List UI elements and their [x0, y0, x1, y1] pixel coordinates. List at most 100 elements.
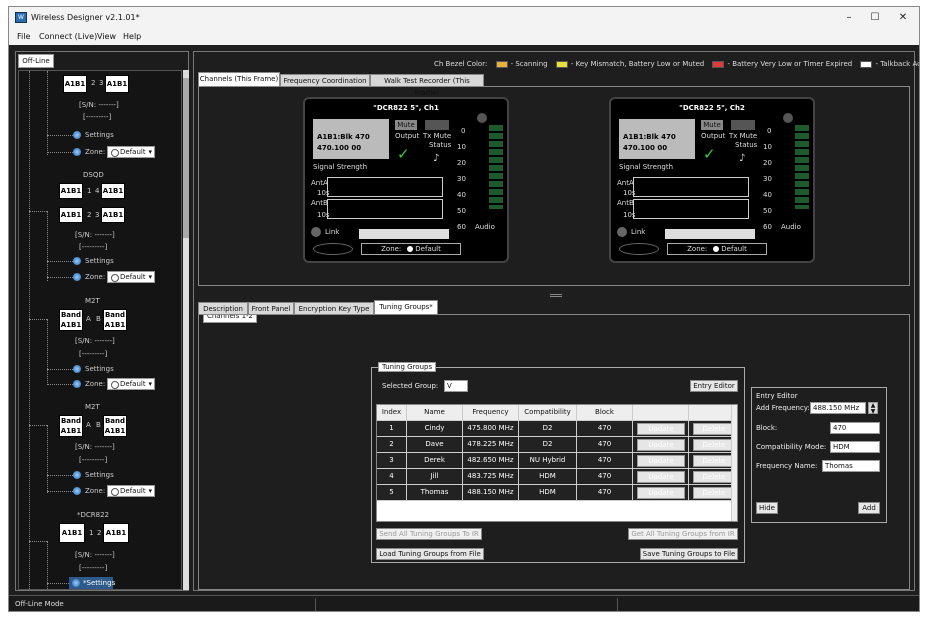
- table-row[interactable]: 4 Jill 483.725 MHz HDM 470 Update Delete: [377, 469, 737, 485]
- table-scrollbar[interactable]: [731, 405, 737, 521]
- settings-selected[interactable]: *Settings: [69, 577, 116, 589]
- ant-a-graph: [633, 177, 749, 197]
- delete-button[interactable]: Delete: [693, 455, 735, 467]
- zone-select[interactable]: Default: [107, 146, 155, 158]
- get-all-tuning-groups-button[interactable]: Get All Tuning Groups from IR: [628, 528, 738, 540]
- menu-file[interactable]: File: [17, 32, 30, 41]
- mute-button[interactable]: Mute: [701, 120, 723, 130]
- slot-box[interactable]: Band A1B1: [59, 415, 83, 437]
- splitter-handle[interactable]: [550, 294, 562, 297]
- zone-select[interactable]: Default: [107, 271, 155, 283]
- slot-box[interactable]: A1B1: [101, 207, 125, 223]
- delete-button[interactable]: Delete: [693, 471, 735, 483]
- settings-label[interactable]: Settings: [85, 471, 114, 479]
- slot-box[interactable]: Band A1B1: [59, 309, 83, 331]
- column-header: Compatibility: [519, 405, 577, 421]
- menu-help[interactable]: Help: [123, 32, 141, 41]
- app-window: W Wireless Designer v2.1.01* – ☐ ✕ File …: [8, 6, 920, 612]
- delete-button[interactable]: Delete: [693, 439, 735, 451]
- slot-box[interactable]: Band A1B1: [103, 415, 127, 437]
- slot-box[interactable]: A1B1: [103, 523, 129, 543]
- selected-group-select[interactable]: V: [444, 380, 468, 392]
- tab-channels-this-frame[interactable]: Channels (This Frame): [198, 72, 280, 87]
- status-divider: [315, 598, 316, 611]
- table-row[interactable]: 3 Derek 482.650 MHz NU Hybrid 470 Update…: [377, 453, 737, 469]
- save-tuning-groups-button[interactable]: Save Tuning Groups to File: [640, 548, 738, 560]
- slot-box[interactable]: Band A1B1: [103, 309, 127, 331]
- tab-off-line[interactable]: Off-Line: [18, 54, 54, 68]
- settings-gear-icon[interactable]: [73, 471, 81, 479]
- update-button[interactable]: Update: [637, 471, 685, 483]
- zone-label: Zone:: [85, 273, 106, 281]
- settings-gear-icon[interactable]: [73, 365, 81, 373]
- settings-label: *Settings: [83, 579, 116, 587]
- menu-connect[interactable]: Connect (Live): [39, 32, 97, 41]
- mute-button[interactable]: Mute: [395, 120, 417, 130]
- selected-group-label: Selected Group:: [382, 382, 439, 390]
- slot-box[interactable]: A1B1: [63, 75, 87, 93]
- update-button[interactable]: Update: [637, 439, 685, 451]
- zone-select[interactable]: Default: [107, 378, 155, 390]
- close-icon[interactable]: ✕: [891, 10, 915, 26]
- settings-label[interactable]: Settings: [85, 131, 114, 139]
- compatibility-mode-select[interactable]: HDM: [830, 441, 880, 453]
- window-title: Wireless Designer v2.1.01*: [31, 13, 140, 22]
- add-button[interactable]: Add: [858, 502, 880, 514]
- block-select[interactable]: 470: [830, 422, 880, 434]
- slot-number: 3: [99, 79, 104, 87]
- status-logo-icon: ✓: [397, 145, 410, 163]
- update-button[interactable]: Update: [637, 487, 685, 499]
- ant-a-label: AntA: [311, 179, 328, 187]
- serial-label: [S/N: -------]: [75, 443, 115, 451]
- zone-gear-icon[interactable]: [73, 273, 81, 281]
- zone-gear-icon[interactable]: [73, 380, 81, 388]
- update-button[interactable]: Update: [637, 423, 685, 435]
- zone-label: Zone:: [85, 148, 106, 156]
- table-row[interactable]: 1 Cindy 475.800 MHz D2 470 Update Delete: [377, 421, 737, 437]
- slot-box[interactable]: A1B1: [59, 207, 83, 223]
- slot-box[interactable]: A1B1: [59, 523, 85, 543]
- menu-view[interactable]: View: [97, 32, 116, 41]
- channel-lcd: A1B1:Blk 470 470.100 00: [619, 119, 695, 159]
- add-frequency-input[interactable]: 488.150 MHz: [810, 402, 866, 414]
- frequency-spinner-icon[interactable]: ▲ ▼: [868, 402, 878, 415]
- tree-scrollbar[interactable]: [183, 70, 189, 590]
- swatch-key-mismatch: [555, 60, 568, 68]
- scroll-thumb[interactable]: [183, 78, 189, 238]
- settings-gear-icon: [72, 579, 80, 587]
- zone-gear-icon[interactable]: [73, 148, 81, 156]
- zone-gear-icon[interactable]: [73, 487, 81, 495]
- minimize-icon[interactable]: –: [837, 10, 861, 26]
- zone-display[interactable]: Zone: Default: [667, 243, 767, 255]
- maximize-icon[interactable]: ☐: [863, 10, 887, 26]
- settings-gear-icon[interactable]: [73, 131, 81, 139]
- slot-box[interactable]: A1B1: [105, 75, 129, 93]
- settings-label[interactable]: Settings: [85, 365, 114, 373]
- link-led-icon: [311, 227, 321, 237]
- zone-select[interactable]: Default: [107, 485, 155, 497]
- dashes-label: [---------]: [79, 243, 108, 251]
- update-button[interactable]: Update: [637, 455, 685, 467]
- slot-box[interactable]: A1B1: [101, 183, 125, 199]
- tab-tuning-groups[interactable]: Tuning Groups*: [374, 300, 438, 315]
- settings-label[interactable]: Settings: [85, 257, 114, 265]
- delete-button[interactable]: Delete: [693, 423, 735, 435]
- zone-display[interactable]: Zone: Default: [361, 243, 461, 255]
- send-all-tuning-groups-button[interactable]: Send All Tuning Groups To IR: [376, 528, 482, 540]
- frequency-name-input[interactable]: Thomas: [822, 460, 880, 472]
- tuning-groups-title: Tuning Groups: [378, 362, 437, 372]
- hide-button[interactable]: Hide: [756, 502, 778, 514]
- table-row[interactable]: 2 Dave 478.225 MHz D2 470 Update Delete: [377, 437, 737, 453]
- settings-gear-icon[interactable]: [73, 257, 81, 265]
- entry-editor-button[interactable]: Entry Editor: [690, 380, 738, 392]
- table-row[interactable]: 5 Thomas 488.150 MHz HDM 470 Update Dele…: [377, 485, 737, 501]
- meter-tick: 40: [763, 191, 772, 199]
- load-tuning-groups-button[interactable]: Load Tuning Groups from File: [376, 548, 484, 560]
- slot-box[interactable]: A1B1: [59, 183, 83, 199]
- channel-name: "DCR822 5", Ch1: [373, 104, 439, 112]
- delete-button[interactable]: Delete: [693, 487, 735, 499]
- status-led-icon: [783, 113, 793, 123]
- slot-number: 1: [87, 187, 92, 195]
- serial-label: [S/N: -------]: [75, 337, 115, 345]
- column-header: Index: [377, 405, 407, 421]
